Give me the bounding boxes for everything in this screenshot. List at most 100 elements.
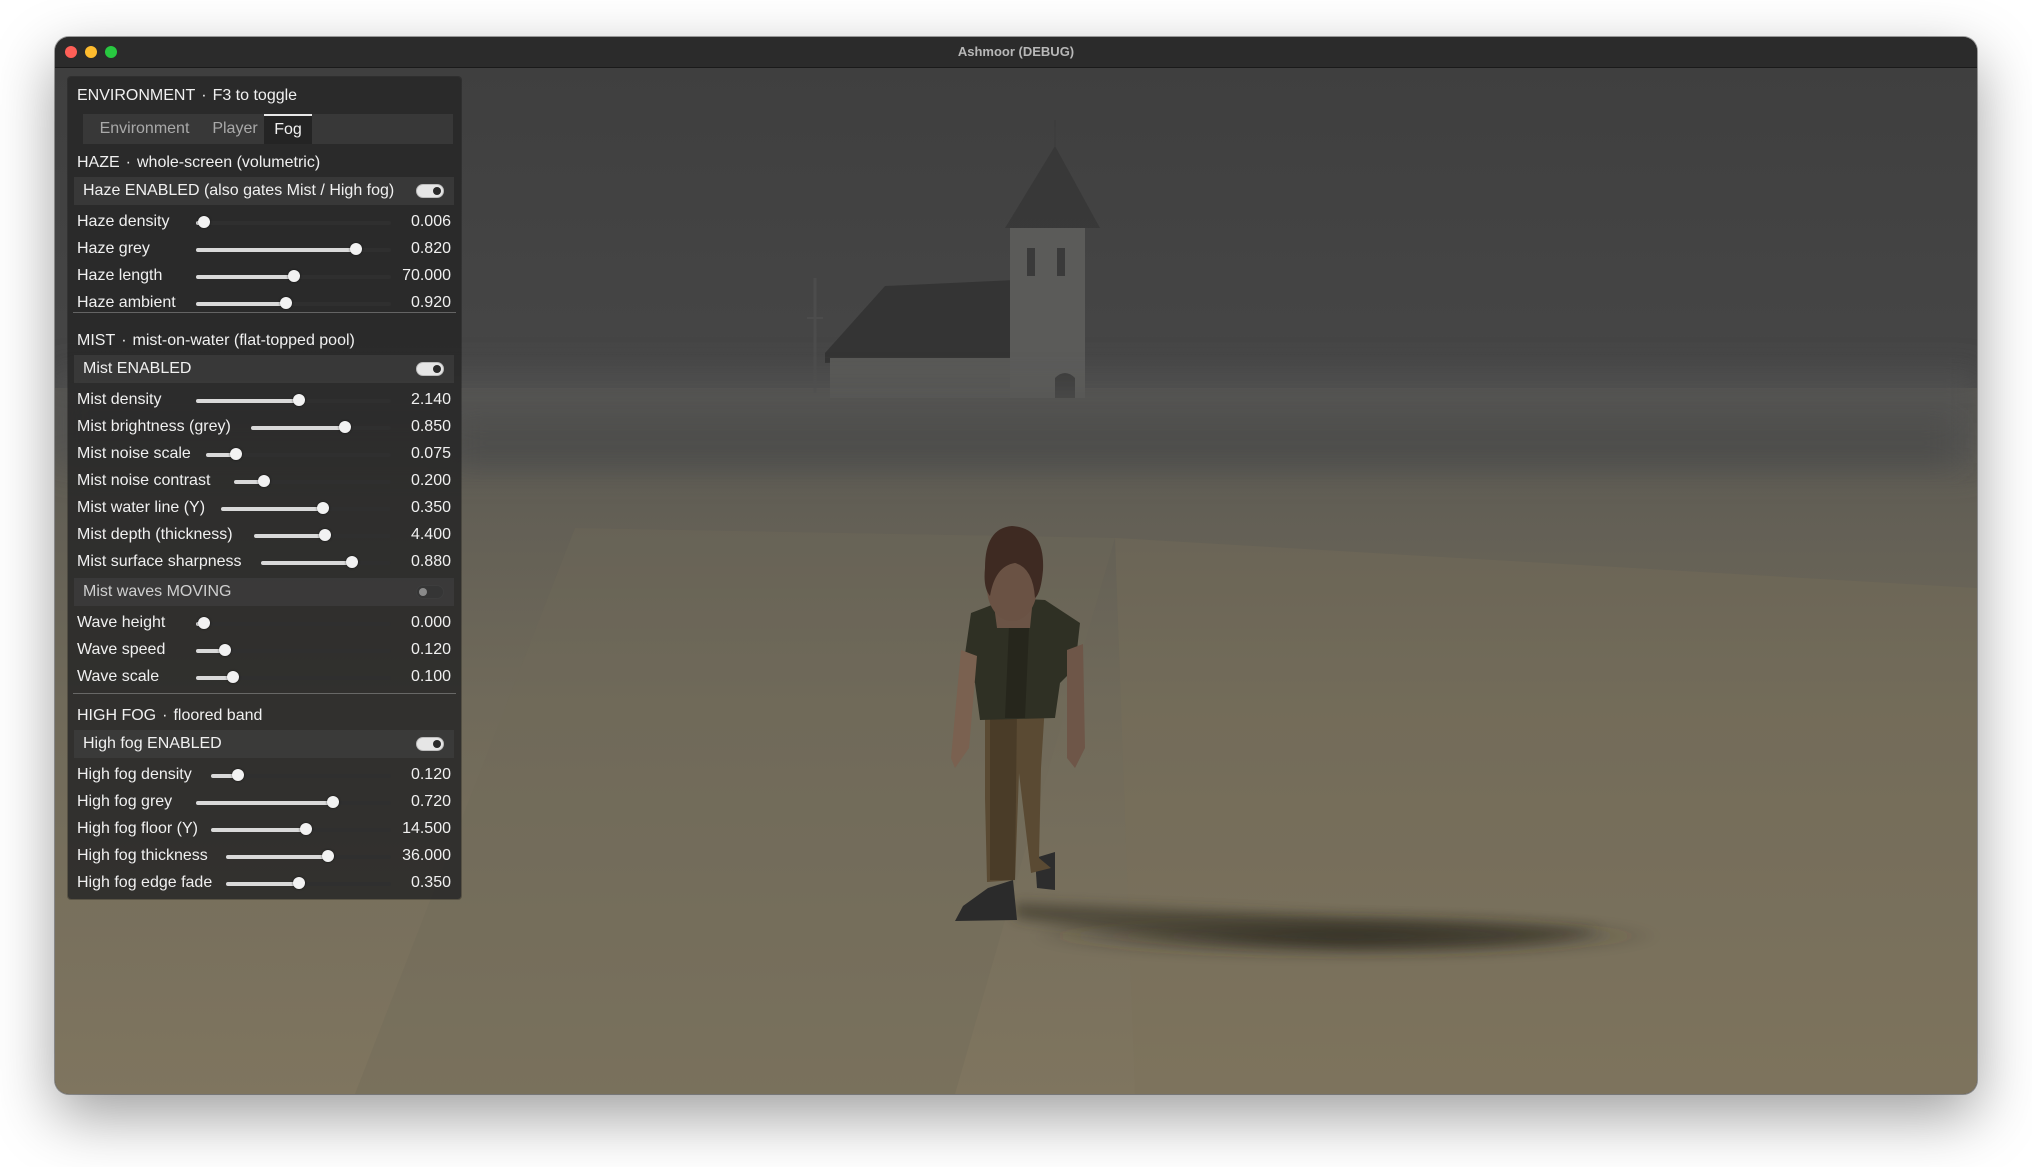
slider-row-haze-grey: Haze grey 0.820 <box>68 237 461 261</box>
slider-thumb[interactable] <box>319 529 332 541</box>
slider-row-haze-density: Haze density 0.006 <box>68 210 461 234</box>
mist-noise-contrast-slider[interactable] <box>234 475 391 487</box>
slider-thumb[interactable] <box>197 216 210 228</box>
mist-surface-sharpness-slider[interactable] <box>261 556 391 568</box>
slider-thumb[interactable] <box>338 421 351 433</box>
slider-label: Wave speed <box>77 641 166 658</box>
slider-thumb[interactable] <box>197 617 210 629</box>
slider-thumb[interactable] <box>279 297 292 309</box>
mist-enabled-row: Mist ENABLED <box>74 355 454 383</box>
slider-label: Mist noise scale <box>77 445 191 462</box>
haze-density-slider[interactable] <box>196 216 391 228</box>
slider-fill <box>211 828 307 832</box>
slider-row-high-fog-edge-fade: High fog edge fade 0.350 <box>68 871 461 895</box>
slider-label: Wave height <box>77 614 166 631</box>
slider-thumb[interactable] <box>349 243 362 255</box>
slider-value: 0.000 <box>410 614 451 631</box>
slider-fill <box>261 561 352 565</box>
haze-length-slider[interactable] <box>196 270 391 282</box>
slider-label: Mist surface sharpness <box>77 553 242 570</box>
slider-value: 0.120 <box>410 766 451 783</box>
toggle-knob <box>433 740 441 748</box>
slider-value: 0.350 <box>410 874 451 891</box>
mist-waves-toggle[interactable] <box>416 585 444 599</box>
slider-thumb[interactable] <box>287 270 300 282</box>
toggle-knob <box>419 588 427 596</box>
high-fog-grey-slider[interactable] <box>196 796 391 808</box>
tab-fog[interactable]: Fog <box>264 114 312 144</box>
slider-value: 2.140 <box>410 391 451 408</box>
high-fog-thickness-slider[interactable] <box>226 850 391 862</box>
tab-player[interactable]: Player <box>206 114 264 144</box>
slider-row-wave-scale: Wave scale 0.100 <box>68 665 461 689</box>
slider-label: High fog edge fade <box>77 874 213 891</box>
slider-label: High fog thickness <box>77 847 208 864</box>
slider-thumb[interactable] <box>293 394 306 406</box>
slider-row-wave-speed: Wave speed 0.120 <box>68 638 461 662</box>
slider-label: Mist depth (thickness) <box>77 526 233 543</box>
mist-water-line-slider[interactable] <box>221 502 391 514</box>
slider-row-wave-height: Wave height 0.000 <box>68 611 461 635</box>
slider-value: 0.880 <box>410 553 451 570</box>
mist-noise-scale-slider[interactable] <box>206 448 391 460</box>
slider-value: 0.350 <box>410 499 451 516</box>
slider-label: Haze density <box>77 213 170 230</box>
slider-thumb[interactable] <box>292 877 305 889</box>
slider-value: 0.075 <box>410 445 451 462</box>
high-fog-edge-fade-slider[interactable] <box>226 877 391 889</box>
mist-enabled-label: Mist ENABLED <box>83 360 192 377</box>
haze-enabled-row: Haze ENABLED (also gates Mist / High fog… <box>74 177 454 205</box>
mist-waves-label: Mist waves MOVING <box>83 583 232 600</box>
toggle-knob <box>433 187 441 195</box>
slider-thumb[interactable] <box>257 475 270 487</box>
haze-section-header: HAZE · whole-screen (volumetric) <box>77 154 321 171</box>
slider-thumb[interactable] <box>326 796 339 808</box>
slider-row-mist-depth: Mist depth (thickness) 4.400 <box>68 523 461 547</box>
slider-value: 0.100 <box>410 668 451 685</box>
slider-thumb[interactable] <box>229 448 242 460</box>
haze-enabled-label: Haze ENABLED (also gates Mist / High fog… <box>83 182 395 199</box>
slider-thumb[interactable] <box>346 556 358 568</box>
haze-enabled-toggle[interactable] <box>416 184 444 198</box>
slider-row-mist-noise-scale: Mist noise scale 0.075 <box>68 442 461 466</box>
mist-depth-slider[interactable] <box>254 529 391 541</box>
slider-thumb[interactable] <box>232 769 244 781</box>
slider-thumb[interactable] <box>219 644 232 656</box>
wave-height-slider[interactable] <box>196 617 391 629</box>
slider-value: 4.400 <box>410 526 451 543</box>
haze-grey-slider[interactable] <box>196 243 391 255</box>
game-viewport[interactable]: ENVIRONMENT · F3 to toggle Environment Pla… <box>55 68 1977 1094</box>
high-fog-enabled-label: High fog ENABLED <box>83 735 222 752</box>
slider-fill <box>251 426 345 430</box>
mist-enabled-toggle[interactable] <box>416 362 444 376</box>
slider-row-high-fog-grey: High fog grey 0.720 <box>68 790 461 814</box>
mist-header: MIST <box>77 332 116 349</box>
mist-brightness-slider[interactable] <box>251 421 391 433</box>
slider-row-high-fog-thickness: High fog thickness 36.000 <box>68 844 461 868</box>
slider-fill <box>196 801 333 805</box>
wave-scale-slider[interactable] <box>196 671 391 683</box>
slider-label: Mist density <box>77 391 162 408</box>
slider-value: 0.006 <box>410 213 451 230</box>
mist-density-slider[interactable] <box>196 394 391 406</box>
window-title: Ashmoor (DEBUG) <box>957 44 1075 59</box>
slider-fill <box>221 507 323 511</box>
high-fog-enabled-toggle[interactable] <box>416 737 444 751</box>
tab-bar: Environment Player Fog <box>83 114 453 144</box>
slider-label: Mist brightness (grey) <box>77 418 231 435</box>
high-fog-density-slider[interactable] <box>211 769 391 781</box>
title-bar[interactable]: Ashmoor (DEBUG) <box>55 37 1977 68</box>
slider-thumb[interactable] <box>300 823 313 835</box>
slider-thumb[interactable] <box>317 502 329 514</box>
slider-label: High fog floor (Y) <box>77 820 198 837</box>
slider-thumb[interactable] <box>227 671 240 683</box>
haze-ambient-slider[interactable] <box>196 297 391 309</box>
slider-fill <box>196 399 300 403</box>
tab-environment[interactable]: Environment <box>83 114 206 144</box>
mist-section-header: MIST · mist-on-water (flat-topped pool) <box>77 332 355 349</box>
slider-label: Wave scale <box>77 668 160 685</box>
high-fog-floor-slider[interactable] <box>211 823 391 835</box>
slider-thumb[interactable] <box>322 850 335 862</box>
wave-speed-slider[interactable] <box>196 644 391 656</box>
slider-label: Mist water line (Y) <box>77 499 206 516</box>
